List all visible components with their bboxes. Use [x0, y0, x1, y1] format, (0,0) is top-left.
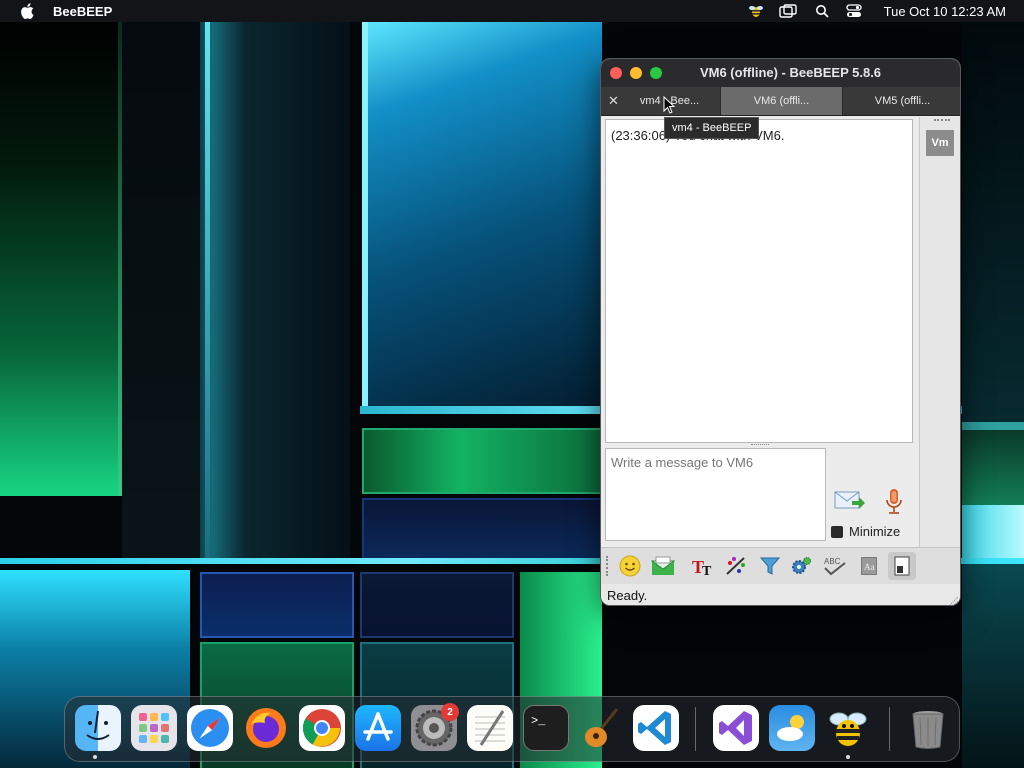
bee-icon [829, 712, 867, 746]
menu-bar: BeeBEEP Tue Oct 10 12:23 AM [0, 0, 1024, 22]
running-indicator [93, 755, 97, 759]
tab-vm4[interactable]: ✕ vm4 - Bee... [601, 87, 721, 115]
dock-safari[interactable] [187, 705, 233, 751]
safari-icon [191, 709, 229, 747]
font-button[interactable]: T T [689, 552, 717, 580]
dock-visual-studio[interactable] [713, 705, 759, 751]
tab-label: VM5 (offli... [874, 95, 931, 107]
terminal-icon: >_ [531, 714, 546, 728]
tab-label: vm4 - Bee... [639, 95, 700, 107]
svg-text:ABC: ABC [824, 557, 841, 566]
dock-trash[interactable] [905, 705, 951, 751]
dock-textedit[interactable] [467, 705, 513, 751]
status-bar: Ready. [601, 584, 960, 605]
tab-vm5[interactable]: VM5 (offli... [842, 87, 960, 115]
dock-chrome[interactable] [299, 705, 345, 751]
resize-grip-icon[interactable] [948, 595, 958, 605]
dictionary-icon: Aa [861, 557, 877, 575]
firefox-icon [246, 708, 286, 748]
dock-launchpad[interactable] [131, 705, 177, 751]
textedit-icon [475, 710, 505, 746]
beebeep-chat-window: VM6 (offline) - BeeBEEP 5.8.6 ✕ vm4 - Be… [600, 58, 961, 606]
mouse-cursor-icon [663, 96, 675, 114]
chat-history[interactable]: (23:36:06) You chat with VM6. [605, 119, 913, 443]
tab-label: VM6 (offli... [753, 95, 810, 107]
document-icon [894, 556, 910, 576]
dock-beebeep[interactable] [825, 705, 871, 751]
chat-tab-bar: ✕ vm4 - Bee... VM6 (offli... VM5 (offli.… [601, 87, 960, 116]
spellcheck-icon: ABC [824, 557, 846, 576]
dock-finder[interactable] [75, 705, 121, 751]
color-icon [726, 557, 745, 575]
dock-terminal[interactable]: >_ [523, 705, 569, 751]
finder-icon [86, 710, 110, 740]
app-store-icon [363, 712, 393, 741]
active-app-name[interactable]: BeeBEEP [53, 4, 112, 19]
filter-icon [759, 557, 781, 575]
notification-badge: 2 [441, 703, 459, 721]
tab-tooltip: vm4 - BeeBEEP [664, 117, 760, 139]
save-chat-button[interactable] [888, 552, 916, 580]
font-icon: T T [692, 557, 712, 577]
window-title: VM6 (offline) - BeeBEEP 5.8.6 [699, 65, 882, 80]
dock: 2 >_ [64, 696, 960, 762]
dictionary-button[interactable]: Aa [855, 552, 883, 580]
dock-vscode[interactable] [633, 705, 679, 751]
dock-weather[interactable] [769, 705, 815, 751]
running-indicator [846, 755, 850, 759]
members-panel: Vm [919, 117, 960, 547]
message-input[interactable] [606, 449, 825, 540]
svg-text:Aa: Aa [864, 562, 875, 572]
launchpad-icon [139, 713, 169, 743]
minimize-option[interactable]: Minimize [831, 524, 900, 539]
microphone-icon [886, 489, 902, 514]
screen-mirroring-icon[interactable] [770, 0, 806, 22]
control-center-icon[interactable] [838, 0, 870, 22]
minimize-checkbox[interactable] [831, 525, 843, 538]
bee-icon[interactable] [742, 0, 770, 22]
minimize-label: Minimize [849, 524, 901, 539]
envelope-icon [651, 556, 675, 575]
message-input-box[interactable] [605, 448, 826, 541]
trash-icon [912, 711, 944, 749]
chat-toolbar: T T ABC Aa [601, 547, 960, 585]
send-envelope-icon [834, 491, 865, 509]
settings-button[interactable] [787, 552, 815, 580]
settings-icon [792, 557, 811, 574]
dock-firefox[interactable] [243, 705, 289, 751]
weather-icon [777, 715, 804, 741]
menubar-clock[interactable]: Tue Oct 10 12:23 AM [884, 4, 1006, 19]
dock-garageband[interactable] [579, 705, 625, 751]
vscode-icon [638, 711, 671, 745]
spellcheck-button[interactable]: ABC [821, 552, 849, 580]
color-button[interactable] [722, 552, 750, 580]
svg-text:>_: >_ [531, 714, 546, 728]
member-avatar[interactable]: Vm [926, 130, 954, 156]
dock-app-store[interactable] [355, 705, 401, 751]
send-message-button[interactable] [834, 489, 866, 513]
svg-text:T: T [702, 564, 712, 577]
dock-separator [889, 707, 890, 751]
emoji-icon [619, 555, 641, 577]
apple-menu-icon[interactable] [20, 3, 34, 19]
send-file-button[interactable] [649, 552, 677, 580]
search-icon[interactable] [806, 0, 838, 22]
guitar-icon [585, 708, 619, 747]
tab-close-icon[interactable]: ✕ [608, 93, 619, 109]
window-titlebar[interactable]: VM6 (offline) - BeeBEEP 5.8.6 [601, 59, 960, 87]
tab-vm6[interactable]: VM6 (offli... [721, 87, 842, 115]
toolbar-grip[interactable] [606, 556, 612, 576]
chrome-icon [302, 709, 341, 747]
emoji-button[interactable] [616, 552, 644, 580]
panel-grip[interactable] [934, 119, 950, 125]
visual-studio-icon [719, 711, 752, 745]
voice-message-button[interactable] [883, 487, 905, 517]
status-text: Ready. [607, 588, 648, 603]
dock-separator [695, 707, 696, 751]
filter-button[interactable] [756, 552, 784, 580]
